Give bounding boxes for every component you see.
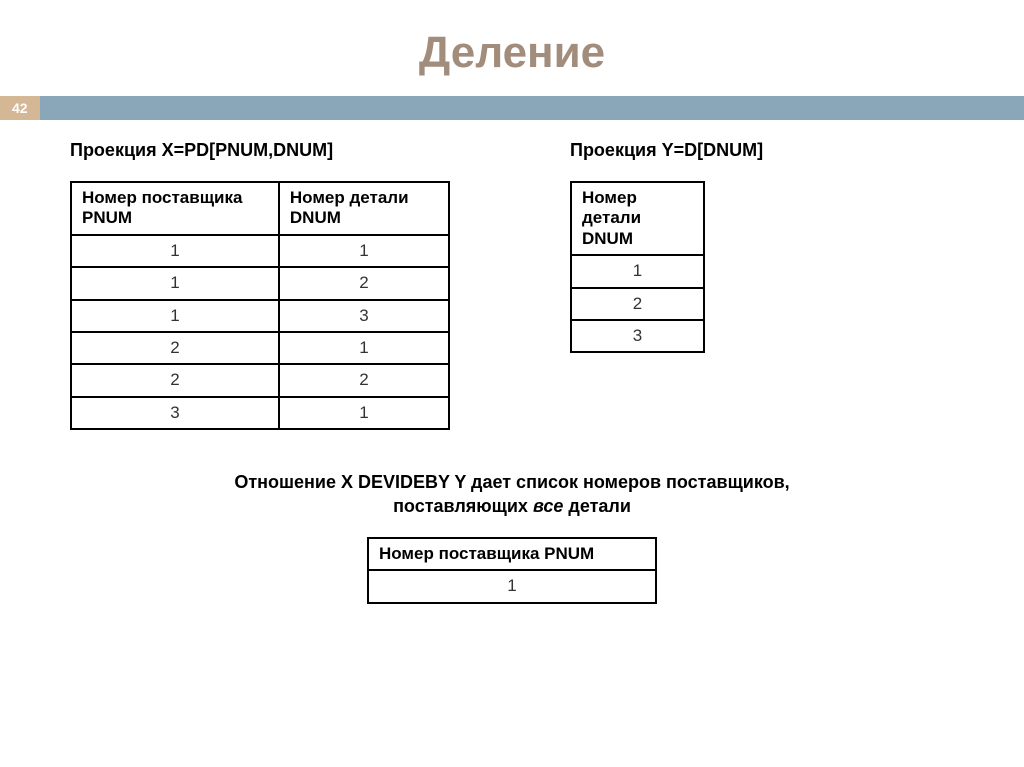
caption-line2-prefix: поставляющих	[393, 496, 533, 516]
col-header: Номер поставщика PNUM	[71, 182, 279, 235]
table-row: 1	[368, 570, 656, 602]
table-result: Номер поставщика PNUM 1	[367, 537, 657, 604]
table-row: Номер детали DNUM	[571, 182, 704, 255]
table-row: 31	[71, 397, 449, 429]
table-row: 1	[571, 255, 704, 287]
projection-y-title: Проекция Y=D[DNUM]	[570, 140, 763, 161]
table-row: Номер поставщика PNUM	[368, 538, 656, 570]
table-row: 13	[71, 300, 449, 332]
result-caption: Отношение X DEVIDEBY Y дает список номер…	[70, 470, 954, 519]
accent-bar: 42	[0, 96, 1024, 120]
table-row: 21	[71, 332, 449, 364]
table-x: Номер поставщика PNUM Номер детали DNUM …	[70, 181, 450, 430]
table-row: 11	[71, 235, 449, 267]
table-row: 12	[71, 267, 449, 299]
col-header: Номер детали DNUM	[571, 182, 704, 255]
slide-title: Деление	[0, 0, 1024, 96]
table-row: 3	[571, 320, 704, 352]
table-row: 22	[71, 364, 449, 396]
caption-line1: Отношение X DEVIDEBY Y дает список номер…	[234, 472, 789, 492]
table-row: 2	[571, 288, 704, 320]
col-header: Номер детали DNUM	[279, 182, 449, 235]
caption-line2-suffix: детали	[563, 496, 631, 516]
table-row: Номер поставщика PNUM Номер детали DNUM	[71, 182, 449, 235]
page-number: 42	[0, 96, 40, 120]
caption-line2-italic: все	[533, 496, 563, 516]
content-area: Проекция X=PD[PNUM,DNUM] Номер поставщик…	[0, 120, 1024, 604]
col-header: Номер поставщика PNUM	[368, 538, 656, 570]
projection-x-title: Проекция X=PD[PNUM,DNUM]	[70, 140, 450, 161]
table-y: Номер детали DNUM 1 2 3	[570, 181, 705, 353]
